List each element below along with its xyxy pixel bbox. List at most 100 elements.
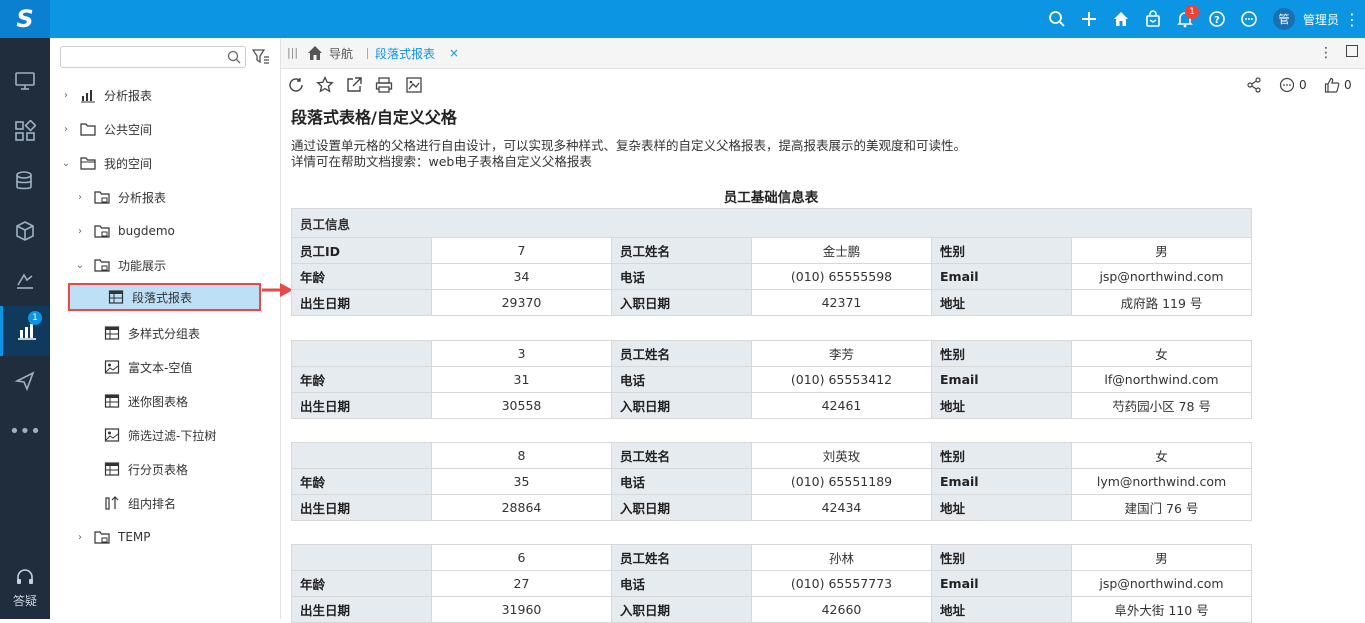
cell-label: 入职日期 (611, 289, 752, 316)
cell-label: 年龄 (291, 468, 432, 495)
chevron-right-icon[interactable]: › (74, 532, 86, 543)
chat-icon[interactable] (1233, 0, 1265, 38)
tab-home[interactable]: 导航 (307, 38, 353, 68)
tree-item-temp[interactable]: › TEMP (50, 523, 281, 551)
tree-item-multi-style-group[interactable]: 多样式分组表 (50, 319, 281, 347)
cell-label: 出生日期 (291, 494, 432, 521)
cell-label: 性别 (931, 544, 1072, 571)
close-icon[interactable]: × (449, 46, 459, 60)
apps-icon[interactable] (0, 106, 50, 156)
cell-label: 入职日期 (611, 494, 752, 521)
grip-icon[interactable]: ||| (287, 46, 298, 59)
cell-label: Email (931, 263, 1072, 290)
cell-gender: 女 (1071, 340, 1252, 367)
cube-icon[interactable] (0, 206, 50, 256)
cell-label-empty (291, 544, 432, 571)
employee-table: 6 员工姓名 孙林 性别男年龄 27 电话 (010) 65557773 Email jsp@n… (291, 544, 1252, 623)
report-content: 段落式表格/自定义父格 通过设置单元格的父格进行自由设计，可以实现多种样式、复杂… (291, 104, 1351, 170)
tree-item-bugdemo[interactable]: › bugdemo (50, 217, 281, 245)
chevron-right-icon[interactable]: › (74, 192, 86, 203)
more-vertical-icon[interactable]: ⋮ (1313, 45, 1339, 61)
tree-item-label: 我的空间 (104, 156, 153, 171)
cell-label: 地址 (931, 289, 1072, 316)
image-table-icon (104, 428, 120, 442)
tree-item-label: 筛选过滤-下拉树 (128, 428, 217, 443)
tree-item-sparkline-table[interactable]: 迷你图表格 (50, 387, 281, 415)
section-header: 员工信息 (290, 208, 1253, 238)
search-icon[interactable] (227, 50, 241, 64)
tree-item-label: 功能展示 (118, 258, 167, 273)
app-logo[interactable]: S (0, 0, 50, 38)
share-out-icon[interactable] (345, 76, 363, 94)
tree-item-analysis-report[interactable]: › 分析报表 (50, 81, 281, 109)
print-icon[interactable] (375, 76, 393, 94)
cell-address: 建国门 76 号 (1071, 494, 1252, 521)
share-icon[interactable] (1246, 77, 1266, 93)
folder-report-icon (94, 259, 110, 272)
tree-item-label: 迷你图表格 (128, 394, 189, 409)
tab-label: 段落式报表 (375, 46, 436, 61)
tab-paragraph-report[interactable]: 段落式报表 × (375, 38, 459, 68)
help-center[interactable]: 答疑 (0, 567, 50, 609)
search-icon[interactable] (1041, 0, 1073, 38)
report-icon[interactable]: 1 (0, 306, 50, 356)
chevron-right-icon[interactable]: › (74, 226, 86, 237)
cell-birth-date: 29370 (431, 289, 612, 316)
cart-icon[interactable] (1137, 0, 1169, 38)
cell-emp-name: 刘英玫 (751, 442, 932, 469)
tree-item-feature-demo[interactable]: ⌄ 功能展示 (50, 251, 281, 279)
avatar[interactable]: 管 (1272, 8, 1295, 30)
tree-item-group-ranking[interactable]: 组内排名 (50, 489, 281, 517)
chevron-right-icon[interactable]: › (60, 90, 72, 101)
cell-emp-id: 8 (431, 442, 612, 469)
bell-icon[interactable]: 1 (1169, 0, 1201, 38)
page-title: 段落式表格/自定义父格 (291, 108, 457, 127)
cell-hire-date: 42371 (751, 289, 932, 316)
tree-search-input[interactable] (60, 46, 246, 68)
cell-age: 35 (431, 468, 612, 495)
refresh-icon[interactable] (287, 76, 305, 94)
cell-label: 电话 (611, 570, 752, 597)
more-vertical-icon[interactable]: ⋮ (1339, 10, 1365, 29)
chevron-down-icon[interactable]: ⌄ (74, 260, 86, 271)
add-icon[interactable] (1073, 0, 1105, 38)
cell-gender: 男 (1071, 544, 1252, 571)
help-icon[interactable]: ? (1201, 0, 1233, 38)
home-icon[interactable] (1105, 0, 1137, 38)
database-icon[interactable] (0, 156, 50, 206)
star-icon[interactable] (316, 75, 334, 94)
cell-label: 出生日期 (291, 289, 432, 316)
like-button[interactable]: 0 (1324, 77, 1352, 93)
table-icon (104, 326, 120, 340)
cell-birth-date: 30558 (431, 392, 612, 419)
report-toolbar: 0 0 (281, 70, 1365, 100)
tree-item-label: 行分页表格 (128, 462, 189, 477)
tree-item-my-analysis-report[interactable]: › 分析报表 (50, 183, 281, 211)
filter-icon[interactable] (252, 48, 270, 66)
tree-item-filter-dropdown-tree[interactable]: 筛选过滤-下拉树 (50, 421, 281, 449)
chevron-down-icon[interactable]: ⌄ (60, 158, 72, 169)
more-horizontal-icon[interactable]: ••• (0, 406, 50, 456)
cell-label: 员工姓名 (611, 340, 752, 367)
maximize-icon[interactable] (1339, 45, 1365, 61)
tree-item-paragraph-report[interactable]: 段落式报表 (68, 283, 261, 311)
tree-item-public-space[interactable]: › 公共空间 (50, 115, 281, 143)
comment-button[interactable]: 0 (1279, 77, 1307, 93)
export-image-icon[interactable] (405, 76, 423, 94)
monitor-icon[interactable] (0, 56, 50, 106)
tree-item-richtext-null[interactable]: 富文本-空值 (50, 353, 281, 381)
table-row: 年龄 31 电话 (010) 65553412 Email lf@northwind.co… (291, 366, 1252, 393)
report-title: 员工基础信息表 (723, 190, 819, 206)
send-icon[interactable] (0, 356, 50, 406)
user-name[interactable]: 管理员 (1303, 11, 1339, 28)
tree-item-label: bugdemo (118, 224, 175, 238)
chevron-right-icon[interactable]: › (60, 124, 72, 135)
tree-item-my-space[interactable]: ⌄ 我的空间 (50, 149, 281, 177)
tree-item-label: 公共空间 (104, 122, 153, 137)
cell-label: 性别 (931, 340, 1072, 367)
table-row: 年龄 35 电话 (010) 65551189 Email lym@northwind.c… (291, 468, 1252, 495)
analysis-icon[interactable] (0, 256, 50, 306)
cell-label: 员工ID (291, 237, 432, 264)
cell-phone: (010) 65553412 (751, 366, 932, 393)
tree-item-row-paging-table[interactable]: 行分页表格 (50, 455, 281, 483)
